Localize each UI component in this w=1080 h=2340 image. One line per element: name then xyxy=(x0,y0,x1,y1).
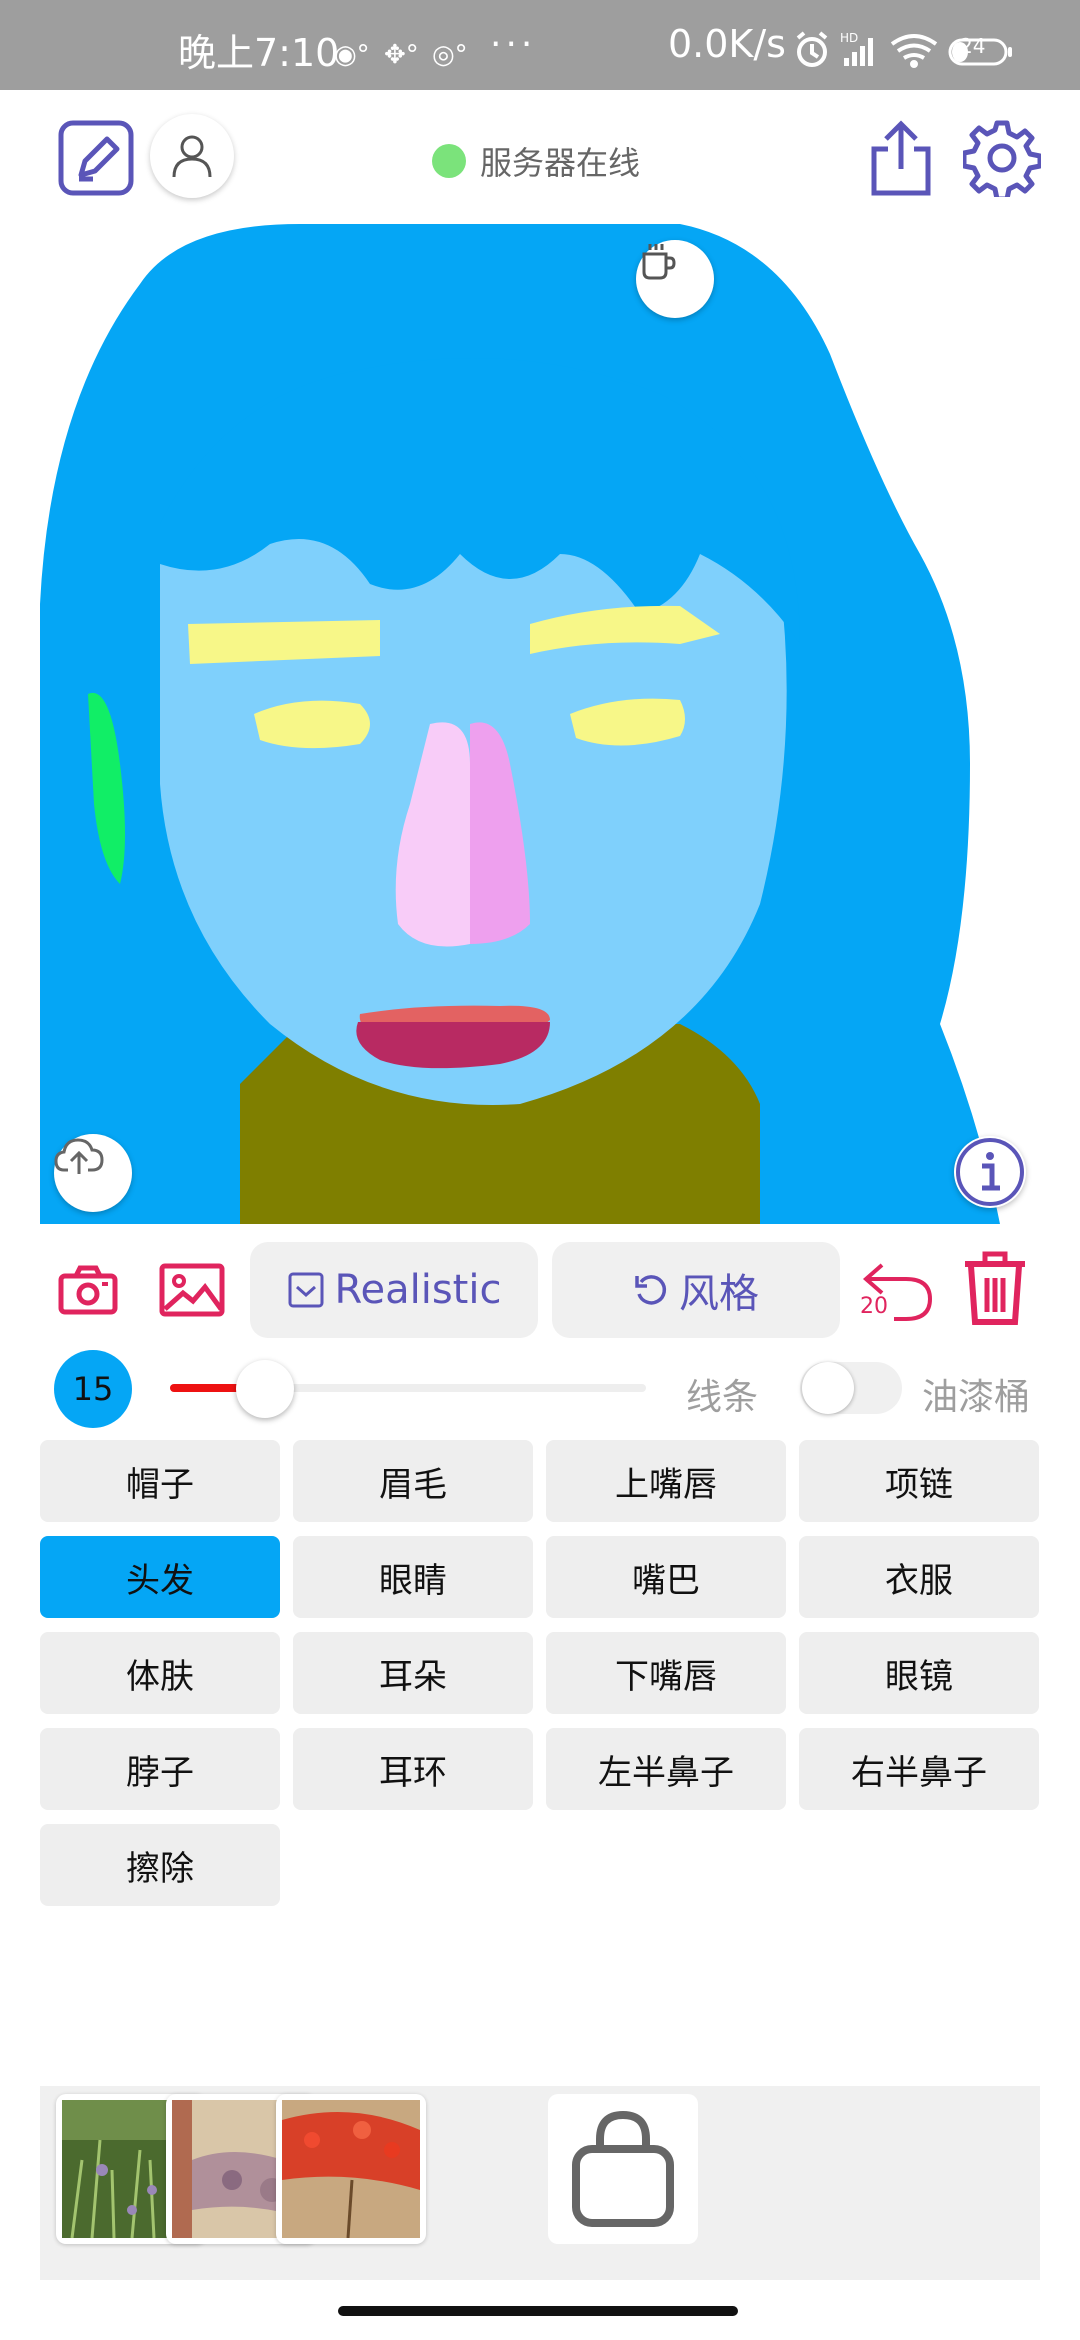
status-bar: 晚上7:10 ◉° ✥° ◎° ··· 0.0K/s HD 24 xyxy=(0,0,1080,90)
home-indicator xyxy=(338,2306,738,2316)
share-button[interactable] xyxy=(866,118,936,198)
style-label: 风格 xyxy=(679,1271,759,1317)
refresh-icon xyxy=(633,1272,669,1308)
notification-icon: ◎° xyxy=(432,40,468,70)
delete-button[interactable] xyxy=(962,1248,1028,1328)
image-icon xyxy=(159,1263,225,1317)
model-select-button[interactable]: Realistic xyxy=(250,1242,538,1338)
label-button[interactable]: 耳环 xyxy=(293,1728,533,1810)
more-notifications-icon: ··· xyxy=(490,24,537,65)
label-button[interactable]: 耳朵 xyxy=(293,1632,533,1714)
check-square-icon xyxy=(287,1271,325,1309)
camera-icon xyxy=(58,1265,118,1315)
info-icon xyxy=(956,1138,1024,1206)
undo-count: 20 xyxy=(860,1294,888,1319)
mode-lines-label: 线条 xyxy=(686,1377,759,1418)
user-profile-button[interactable] xyxy=(150,114,234,198)
label-button[interactable]: 左半鼻子 xyxy=(546,1728,786,1810)
cloud-upload-button[interactable] xyxy=(54,1134,132,1212)
signal-icon: HD xyxy=(840,31,873,66)
label-button[interactable]: 帽子 xyxy=(40,1440,280,1522)
edit-icon xyxy=(58,120,134,196)
label-button[interactable]: 下嘴唇 xyxy=(546,1632,786,1714)
label-button[interactable]: 脖子 xyxy=(40,1728,280,1810)
slider-thumb[interactable] xyxy=(236,1360,295,1418)
gallery-button[interactable] xyxy=(158,1258,226,1322)
user-icon xyxy=(172,135,212,178)
label-button[interactable]: 衣服 xyxy=(799,1536,1039,1618)
svg-text:HD: HD xyxy=(840,31,858,45)
label-button[interactable]: 项链 xyxy=(799,1440,1039,1522)
segment-labels-grid: 帽子 眉毛 上嘴唇 项链头发 眼睛 嘴巴 衣服体肤 耳朵 下嘴唇 眼镜脖子 耳环 左半鼻子 右半鼻子擦除 xyxy=(40,1440,1040,1906)
gear-icon xyxy=(963,120,1041,197)
toggle-knob xyxy=(802,1362,854,1414)
style-button[interactable]: 风格 xyxy=(552,1242,840,1338)
info-button[interactable] xyxy=(954,1136,1026,1208)
network-speed: 0.0K/s xyxy=(668,22,786,66)
label-button[interactable]: 上嘴唇 xyxy=(546,1440,786,1522)
label-button[interactable]: 眼镜 xyxy=(799,1632,1039,1714)
style-thumbnails-strip xyxy=(40,2086,1040,2280)
coffee-icon xyxy=(642,244,676,280)
label-button[interactable]: 眼睛 xyxy=(293,1536,533,1618)
wifi-icon xyxy=(890,34,938,68)
thumbnail-image xyxy=(282,2100,420,2238)
cloud-upload-icon xyxy=(54,1138,104,1174)
share-icon xyxy=(871,120,931,196)
mode-bucket-label: 油漆桶 xyxy=(922,1377,1031,1418)
shopping-bag-icon xyxy=(572,2110,674,2227)
toolbar: Realistic 风格 20 xyxy=(0,1238,1080,1342)
trash-icon xyxy=(965,1251,1025,1325)
notification-icon: ◉° xyxy=(334,40,370,70)
label-button[interactable]: 体肤 xyxy=(40,1632,280,1714)
style-thumbnail-flowers[interactable] xyxy=(276,2094,426,2244)
coffee-button[interactable] xyxy=(636,240,714,318)
shop-button[interactable] xyxy=(548,2094,698,2244)
status-dot xyxy=(432,144,466,178)
label-button[interactable]: 右半鼻子 xyxy=(799,1728,1039,1810)
label-button[interactable]: 头发 xyxy=(40,1536,280,1618)
system-icons: HD xyxy=(796,31,1012,68)
edit-button[interactable] xyxy=(56,118,136,198)
left-eye xyxy=(254,700,370,749)
camera-button[interactable] xyxy=(56,1258,120,1322)
battery-level: 24 xyxy=(960,34,986,58)
notification-icon: ✥° xyxy=(384,40,419,70)
brush-size-badge: 15 xyxy=(54,1350,132,1428)
status-time: 晚上7:10 xyxy=(178,31,340,75)
server-status: 服务器在线 xyxy=(432,138,640,184)
model-label: Realistic xyxy=(334,1267,502,1313)
drawing-canvas[interactable] xyxy=(40,224,1040,1224)
label-button[interactable]: 嘴巴 xyxy=(546,1536,786,1618)
sketch xyxy=(40,224,1000,1224)
label-button[interactable]: 眉毛 xyxy=(293,1440,533,1522)
paint-bucket-toggle[interactable] xyxy=(800,1362,902,1414)
label-button[interactable]: 擦除 xyxy=(40,1824,280,1906)
settings-button[interactable] xyxy=(962,118,1042,198)
alarm-icon xyxy=(796,31,828,67)
server-status-text: 服务器在线 xyxy=(480,144,641,182)
